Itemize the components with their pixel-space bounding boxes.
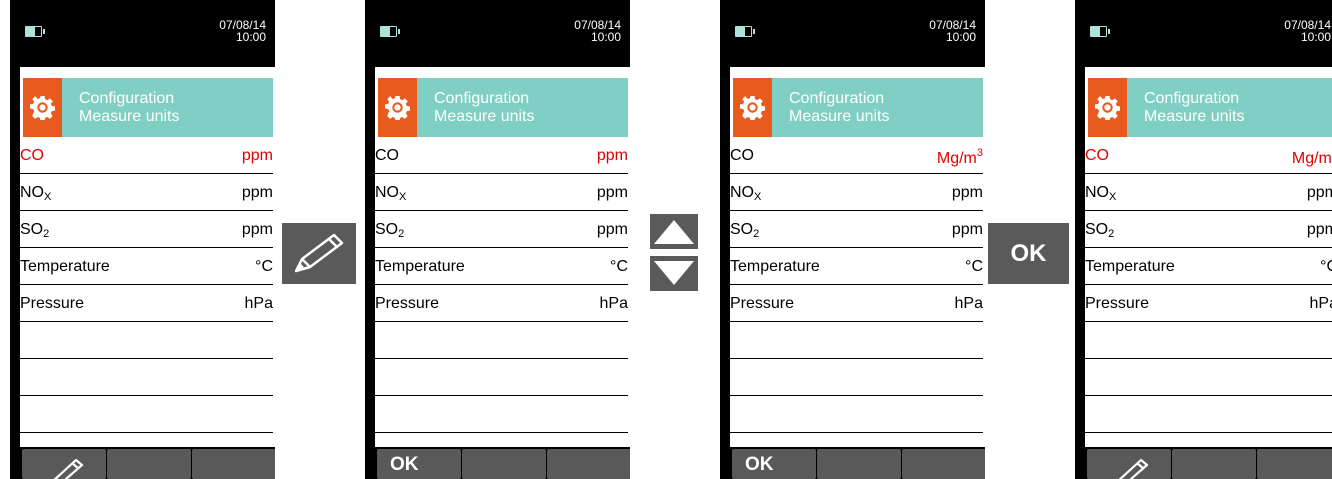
list-item-temperature[interactable]: Temperature°C — [375, 248, 628, 285]
status-bar: 07/08/14 10:00 — [720, 0, 985, 60]
pencil-icon — [294, 233, 344, 273]
list-item-nox[interactable]: NOX ppm — [375, 174, 628, 211]
list-item-temperature[interactable]: Temperature°C — [730, 248, 983, 285]
list-item-empty — [730, 322, 983, 359]
softkey-3[interactable] — [902, 449, 985, 479]
list-item-so2[interactable]: SO2 ppm — [375, 211, 628, 248]
list-item-nox[interactable]: NOX ppm — [730, 174, 983, 211]
gear-icon — [23, 78, 62, 137]
page-title: Configuration Measure units — [434, 90, 535, 125]
softkey-bar — [1085, 447, 1332, 479]
pencil-icon — [53, 458, 84, 479]
device-screen-4: 07/08/14 10:00 Configuration Measure units… — [1075, 0, 1332, 479]
list-item-temperature[interactable]: Temperature°C — [20, 248, 273, 285]
list-item-so2[interactable]: SO2 ppm — [730, 211, 983, 248]
list-item-empty — [20, 396, 273, 433]
datetime: 07/08/14 10:00 — [574, 18, 621, 44]
list-item-temperature[interactable]: Temperature°C — [1085, 248, 1332, 285]
screen-area: ConfigurationMeasure units COMg/m3 NOXpp… — [1085, 67, 1332, 479]
device-screen-1: 07/08/14 10:00 Configuration Measure units… — [10, 0, 275, 479]
gear-icon — [733, 78, 772, 137]
list-item-pressure[interactable]: PressurehPa — [730, 285, 983, 322]
list-item-so2[interactable]: SO2 ppm — [1085, 211, 1332, 248]
status-bar: 07/08/14 10:00 — [10, 0, 275, 60]
battery-icon — [1090, 26, 1110, 37]
softkey-2[interactable] — [1172, 449, 1256, 479]
list-item-pressure[interactable]: PressurehPa — [1085, 285, 1332, 322]
list-item-empty — [20, 359, 273, 396]
list-item-empty — [375, 359, 628, 396]
softkey-2[interactable] — [462, 449, 546, 479]
list-item-empty — [20, 322, 273, 359]
page-title: Configuration Measure units — [79, 90, 180, 125]
softkey-ok[interactable]: OK — [732, 449, 816, 479]
list-item-empty — [375, 396, 628, 433]
arrow-down-icon — [654, 261, 694, 285]
page-title: Configuration Measure units — [789, 90, 890, 125]
softkey-ok[interactable]: OK — [377, 449, 461, 479]
softkey-edit[interactable] — [22, 449, 106, 479]
softkey-3[interactable] — [192, 449, 275, 479]
device-screen-3: 07/08/14 10:00 Configuration Measure units… — [720, 0, 985, 479]
pencil-icon — [1118, 458, 1149, 479]
list-item-so2[interactable]: SO2 ppm — [20, 211, 273, 248]
list-item-pressure[interactable]: PressurehPa — [375, 285, 628, 322]
page-header: Configuration Measure units — [733, 78, 983, 137]
list-item-empty — [375, 322, 628, 359]
screen-area: ConfigurationMeasure units COMg/m3 NOXpp… — [730, 67, 985, 479]
list-item-nox[interactable]: NOX ppm — [1085, 174, 1332, 211]
list-item-co[interactable]: COMg/m3 — [730, 137, 983, 174]
softkey-bar: OK — [730, 447, 985, 479]
datetime: 07/08/14 10:00 — [1284, 18, 1331, 44]
gear-icon — [378, 78, 417, 137]
page-header: Configuration Measure units — [378, 78, 628, 137]
page-header: Configuration Measure units — [1088, 78, 1332, 137]
pencil-key[interactable] — [282, 223, 356, 284]
arrow-down-key[interactable] — [650, 256, 698, 291]
screen-area: Configuration Measure units CO ppm NOX ppm … — [375, 67, 630, 479]
arrow-up-icon — [654, 220, 694, 244]
softkey-bar: OK — [375, 447, 630, 479]
softkey-3[interactable] — [547, 449, 630, 479]
softkey-2[interactable] — [817, 449, 901, 479]
device-screen-2: 07/08/14 10:00 Configuration Measure units… — [365, 0, 630, 479]
softkey-2[interactable] — [107, 449, 191, 479]
list-item-empty — [1085, 396, 1332, 433]
list-item-nox[interactable]: NOX ppm — [20, 174, 273, 211]
screen-area: Configuration Measure units CO ppm NOX ppm … — [20, 67, 275, 479]
gear-icon — [1088, 78, 1127, 137]
list-item-empty — [1085, 359, 1332, 396]
datetime: 07/08/14 10:00 — [219, 18, 266, 44]
datetime: 07/08/14 10:00 — [929, 18, 976, 44]
list-item-empty — [730, 396, 983, 433]
list-item-co[interactable]: CO ppm — [20, 137, 273, 174]
softkey-3[interactable] — [1257, 449, 1332, 479]
battery-icon — [735, 26, 755, 37]
softkey-bar — [20, 447, 275, 479]
ok-key[interactable]: OK — [988, 223, 1069, 284]
list-item-empty — [730, 359, 983, 396]
list-item-pressure[interactable]: PressurehPa — [20, 285, 273, 322]
status-bar: 07/08/14 10:00 — [365, 0, 630, 60]
list-item-empty — [1085, 322, 1332, 359]
battery-icon — [25, 26, 45, 37]
status-bar: 07/08/14 10:00 — [1075, 0, 1332, 60]
battery-icon — [380, 26, 400, 37]
list-item-co[interactable]: COMg/m3 — [1085, 137, 1332, 174]
list-item-co[interactable]: CO ppm — [375, 137, 628, 174]
page-header: Configuration Measure units — [23, 78, 273, 137]
arrow-up-key[interactable] — [650, 214, 698, 249]
page-title: Configuration Measure units — [1144, 90, 1245, 125]
softkey-edit[interactable] — [1087, 449, 1171, 479]
